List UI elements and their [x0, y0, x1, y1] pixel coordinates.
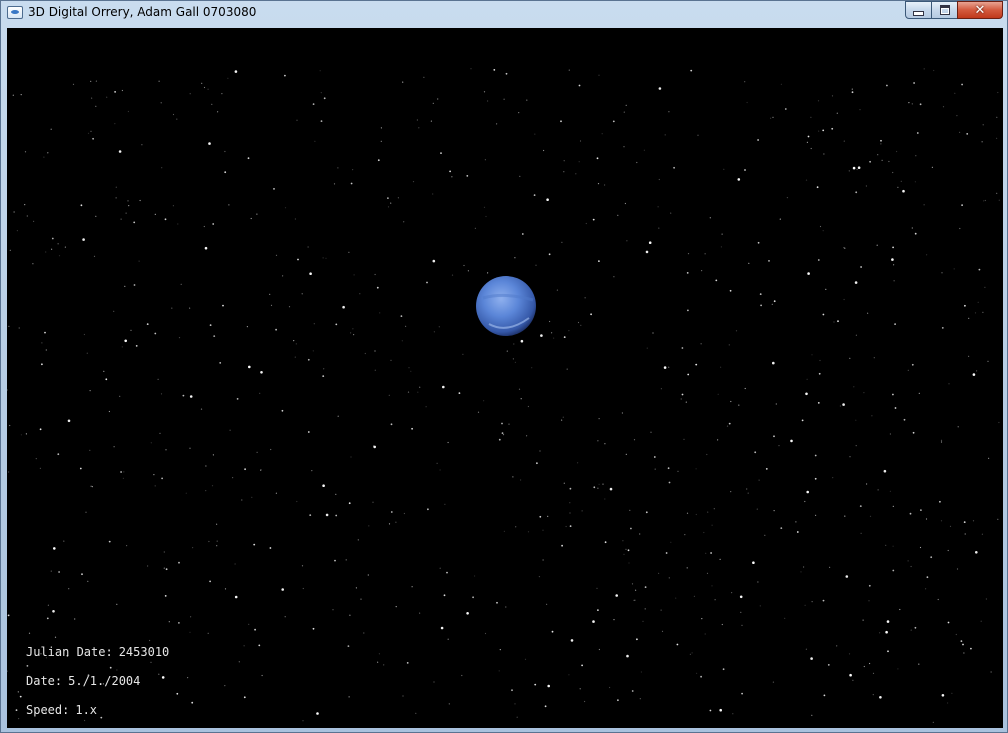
- close-button[interactable]: ✕: [957, 1, 1003, 19]
- date-value: 5./1./2004: [68, 674, 141, 688]
- minimize-button[interactable]: [905, 1, 932, 19]
- speed-value: 1.x: [75, 703, 98, 717]
- hud-speed: Speed: 1.x: [26, 703, 97, 717]
- close-icon: ✕: [974, 2, 986, 18]
- planet-layer: [476, 276, 536, 336]
- render-viewport[interactable]: Julian Date: 2453010 Date: 5./1./2004 Spee…: [7, 28, 1003, 728]
- julian-date-label: Julian Date:: [26, 645, 113, 659]
- window-title: 3D Digital Orrery, Adam Gall 0703080: [28, 5, 257, 19]
- app-window: 3D Digital Orrery, Adam Gall 0703080 ✕ J…: [0, 0, 1008, 733]
- minimize-icon: [913, 10, 924, 16]
- julian-date-value: 2453010: [118, 645, 170, 659]
- speed-label: Speed:: [26, 703, 70, 717]
- maximize-icon: [939, 5, 950, 15]
- hud-julian-date: Julian Date: 2453010: [26, 645, 169, 659]
- app-icon[interactable]: [7, 6, 23, 19]
- hud-date: Date: 5./1./2004: [26, 674, 140, 688]
- maximize-button[interactable]: [931, 1, 958, 19]
- date-label: Date:: [26, 674, 63, 688]
- title-bar[interactable]: 3D Digital Orrery, Adam Gall 0703080 ✕: [1, 1, 1007, 25]
- planet-neptune[interactable]: [476, 276, 536, 336]
